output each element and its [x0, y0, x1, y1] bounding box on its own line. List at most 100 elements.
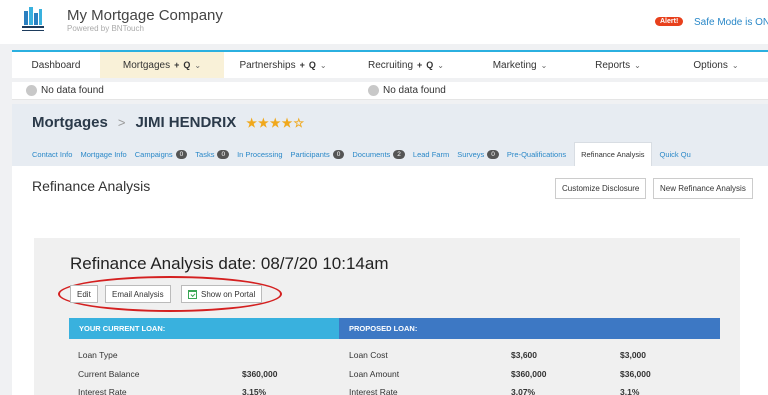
count-badge: 0: [217, 149, 230, 159]
proposed-value-1: $360,000: [511, 369, 547, 379]
current-value: 3.15%: [242, 387, 267, 395]
analysis-panel: Refinance Analysis date: 08/7/20 10:14am…: [34, 238, 740, 395]
nodata-row: No data found No data found: [12, 82, 768, 100]
button-label: Show on Portal: [201, 289, 256, 299]
alert-badge[interactable]: Alert!: [655, 17, 684, 26]
person-icon: [368, 85, 379, 96]
top-bar: My Mortgage Company Powered by BNTouch A…: [0, 0, 768, 44]
tab-label: Participants: [290, 149, 330, 159]
company-logo[interactable]: [20, 5, 46, 35]
nav-label: Dashboard: [31, 59, 81, 71]
proposed-value-2: $36,000: [620, 369, 651, 379]
email-analysis-button[interactable]: Email Analysis: [105, 285, 171, 303]
nav-label: Marketing: [492, 59, 537, 71]
nav-item-options[interactable]: Options ⌄: [666, 52, 766, 78]
contact-name: JIMI HENDRIX: [135, 114, 237, 131]
chevron-down-icon[interactable]: ⌄: [320, 61, 327, 70]
count-badge: 0: [332, 149, 345, 159]
current-value: $360,000: [242, 369, 278, 379]
proposed-value-2: $3,000: [620, 350, 646, 360]
proposed-value-1: 3.07%: [511, 387, 536, 395]
customize-disclosure-button[interactable]: Customize Disclosure: [555, 178, 647, 199]
nav-item-dashboard[interactable]: Dashboard: [12, 52, 100, 78]
search-icon[interactable]: Q: [426, 60, 433, 70]
tab-campaigns[interactable]: Campaigns 0: [135, 142, 188, 166]
edit-button[interactable]: Edit: [70, 285, 98, 303]
proposed-loan-header: PROPOSED LOAN:: [339, 318, 720, 339]
table-row: Interest Rate 3.15% Interest Rate 3.07% …: [34, 387, 740, 395]
tab-label: Refinance Analysis: [581, 150, 645, 159]
tab-label: In Processing: [237, 149, 283, 159]
breadcrumb: Mortgages > JIMI HENDRIX ★★★★☆: [32, 114, 305, 131]
safe-mode-link[interactable]: Safe Mode is ON: [694, 17, 768, 28]
content-area: Refinance Analysis Customize Disclosure …: [12, 166, 768, 395]
page-title: Refinance Analysis: [32, 178, 151, 194]
tab-in-processing[interactable]: In Processing: [237, 142, 282, 166]
tab-label: Pre-Qualifications: [506, 149, 567, 159]
tab-mortgage-info[interactable]: Mortgage Info: [80, 142, 126, 166]
tab-lead-farm[interactable]: Lead Farm: [413, 142, 449, 166]
plus-icon[interactable]: +: [174, 60, 179, 70]
tab-label: Surveys: [457, 149, 485, 159]
tab-participants[interactable]: Participants 0: [291, 142, 345, 166]
tab-contact-info[interactable]: Contact Info: [32, 142, 72, 166]
nav-item-mortgages[interactable]: Mortgages + Q ⌄: [100, 52, 224, 78]
tab-label: Contact Info: [32, 149, 73, 159]
count-badge: 0: [175, 149, 188, 159]
nav-item-marketing[interactable]: Marketing ⌄: [470, 52, 570, 78]
chevron-down-icon[interactable]: ⌄: [194, 61, 201, 70]
button-label: Edit: [77, 289, 91, 299]
calendar-check-icon: [188, 289, 197, 299]
plus-icon[interactable]: +: [300, 60, 305, 70]
tab-surveys[interactable]: Surveys 0: [457, 142, 499, 166]
current-label: Loan Type: [78, 350, 118, 360]
current-label: Interest Rate: [78, 387, 127, 395]
nodata-left: No data found: [26, 85, 104, 96]
record-subtabs: Contact Info Mortgage Info Campaigns 0 Ta…: [32, 142, 699, 166]
tab-refinance-analysis[interactable]: Refinance Analysis: [574, 142, 652, 166]
tab-documents[interactable]: Documents 2: [352, 142, 405, 166]
proposed-label: Loan Cost: [349, 350, 388, 360]
tab-tasks[interactable]: Tasks 0: [195, 142, 230, 166]
search-icon[interactable]: Q: [309, 60, 316, 70]
nav-item-reports[interactable]: Reports ⌄: [570, 52, 666, 78]
nodata-text: No data found: [383, 85, 446, 96]
tab-label: Tasks: [195, 149, 215, 159]
nav-item-partnerships[interactable]: Partnerships + Q ⌄: [224, 52, 342, 78]
breadcrumb-separator-icon: >: [117, 115, 126, 130]
count-badge: 0: [487, 149, 499, 159]
rating-stars[interactable]: ★★★★☆: [246, 116, 305, 130]
breadcrumb-section[interactable]: Mortgages: [32, 114, 108, 131]
nodata-right: No data found: [368, 85, 446, 96]
button-label: Email Analysis: [112, 289, 164, 299]
search-icon[interactable]: Q: [183, 60, 190, 70]
person-icon: [26, 85, 37, 96]
record-header: Mortgages > JIMI HENDRIX ★★★★☆ Contact I…: [12, 104, 768, 166]
nav-label: Reports: [595, 59, 631, 71]
chevron-down-icon[interactable]: ⌄: [634, 61, 641, 70]
tab-pre-qualifications[interactable]: Pre-Qualifications: [507, 142, 566, 166]
nav-label: Recruiting: [367, 59, 414, 71]
nav-item-recruiting[interactable]: Recruiting + Q ⌄: [342, 52, 470, 78]
brand-subtitle: Powered by BNTouch: [67, 24, 144, 33]
brand-name: My Mortgage Company: [67, 7, 223, 24]
tab-label: Mortgage Info: [80, 149, 127, 159]
tab-label: Documents: [352, 149, 391, 159]
plus-icon[interactable]: +: [417, 60, 422, 70]
chevron-down-icon[interactable]: ⌄: [437, 61, 444, 70]
current-label: Current Balance: [78, 369, 140, 379]
proposed-label: Interest Rate: [349, 387, 398, 395]
nodata-text: No data found: [41, 85, 104, 96]
chevron-down-icon[interactable]: ⌄: [541, 61, 548, 70]
show-on-portal-button[interactable]: Show on Portal: [181, 285, 263, 303]
tab-quick-quote[interactable]: Quick Qu: [660, 142, 691, 166]
nav-label: Mortgages: [122, 59, 171, 71]
proposed-label: Loan Amount: [349, 369, 400, 379]
table-row: Current Balance $360,000 Loan Amount $36…: [34, 369, 740, 385]
chevron-down-icon[interactable]: ⌄: [732, 61, 739, 70]
new-refinance-analysis-button[interactable]: New Refinance Analysis: [653, 178, 753, 199]
tab-label: Campaigns: [134, 149, 173, 159]
proposed-value-2: 3.1%: [620, 387, 640, 395]
tab-label: Lead Farm: [412, 149, 450, 159]
main-nav: Dashboard Mortgages + Q ⌄ Partnerships +…: [12, 50, 768, 78]
